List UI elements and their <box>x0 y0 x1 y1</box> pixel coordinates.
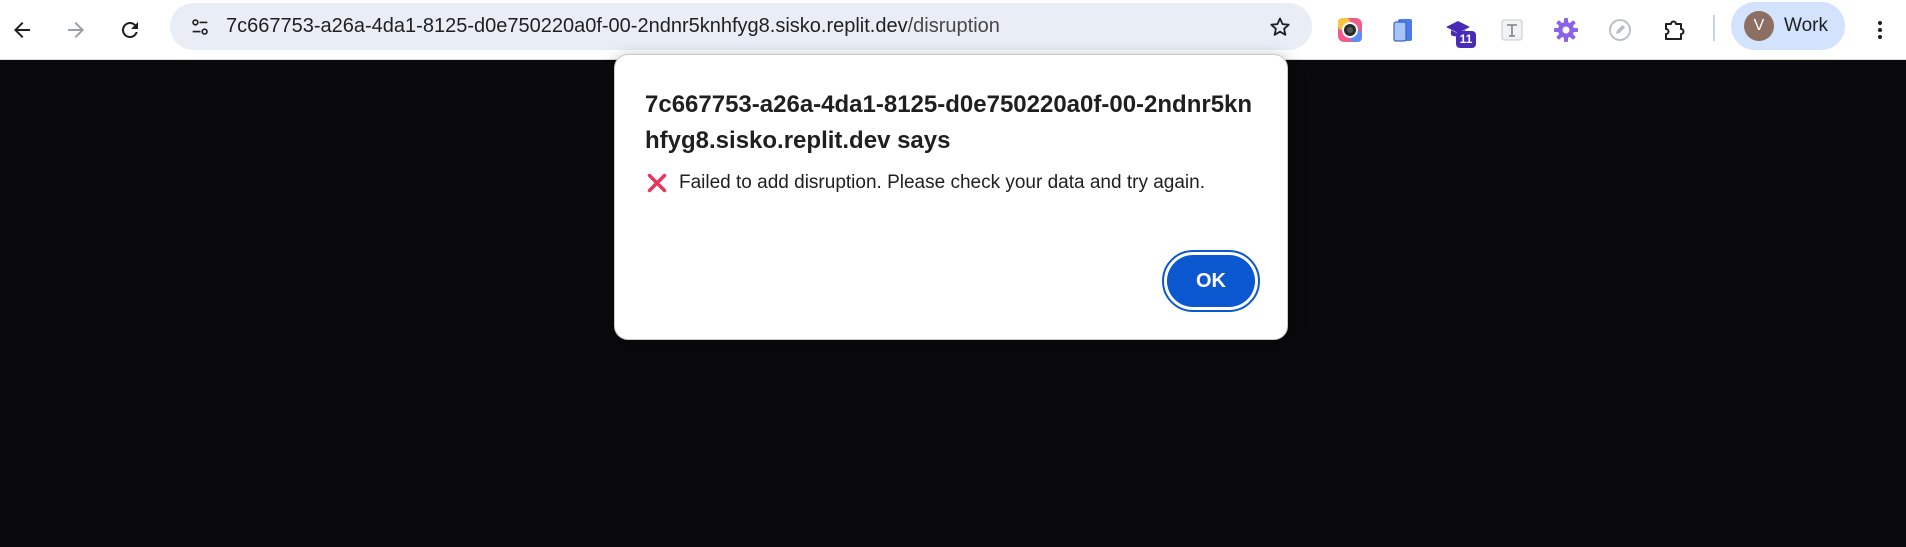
profile-label: Work <box>1784 15 1828 36</box>
reload-icon <box>121 21 138 38</box>
profile-chip[interactable]: V Work <box>1731 2 1845 50</box>
dialog-message: Failed to add disruption. Please check y… <box>645 171 1265 195</box>
back-button[interactable] <box>0 8 44 52</box>
extensions-button[interactable] <box>1652 8 1696 52</box>
more-vertical-icon <box>1878 21 1882 39</box>
avatar: V <box>1744 11 1774 41</box>
color-picker-icon <box>1338 18 1362 42</box>
back-arrow-icon <box>14 22 30 38</box>
extension-settings[interactable] <box>1544 8 1588 52</box>
address-bar[interactable]: 7c667753-a26a-4da1-8125-d0e750220a0f-00-… <box>170 3 1312 50</box>
pencil-circle-icon <box>1609 19 1631 41</box>
gear-icon <box>1554 18 1578 42</box>
url-text[interactable]: 7c667753-a26a-4da1-8125-d0e750220a0f-00-… <box>226 3 1000 50</box>
extension-text[interactable] <box>1490 8 1534 52</box>
device-icon <box>1393 19 1412 42</box>
extension-graduation[interactable]: 11 <box>1436 8 1480 52</box>
forward-arrow-icon <box>68 22 84 38</box>
extension-compass[interactable] <box>1598 8 1642 52</box>
browser-menu-button[interactable] <box>1862 8 1898 52</box>
site-info-button[interactable] <box>184 11 216 43</box>
tune-icon <box>192 19 208 35</box>
browser-toolbar: 7c667753-a26a-4da1-8125-d0e750220a0f-00-… <box>0 0 1906 60</box>
toolbar-divider <box>1713 15 1715 41</box>
ok-button-label: OK <box>1167 255 1255 307</box>
star-icon <box>1270 17 1290 36</box>
dialog-message-text: Failed to add disruption. Please check y… <box>679 172 1205 193</box>
reload-button[interactable] <box>108 8 152 52</box>
extension-device[interactable] <box>1382 8 1426 52</box>
extension-badge: 11 <box>1456 31 1476 48</box>
error-x-icon <box>647 173 667 193</box>
ok-button[interactable]: OK <box>1162 250 1260 312</box>
url-host: 7c667753-a26a-4da1-8125-d0e750220a0f-00-… <box>226 15 908 37</box>
bookmark-button[interactable] <box>1266 13 1294 41</box>
puzzle-icon <box>1665 20 1685 40</box>
extension-color-picker[interactable] <box>1328 8 1372 52</box>
text-t-icon <box>1501 19 1523 41</box>
alert-dialog: 7c667753-a26a-4da1-8125-d0e750220a0f-00-… <box>614 54 1288 340</box>
url-path: /disruption <box>907 15 1000 37</box>
dialog-title: 7c667753-a26a-4da1-8125-d0e750220a0f-00-… <box>645 91 1253 154</box>
forward-button[interactable] <box>54 8 98 52</box>
